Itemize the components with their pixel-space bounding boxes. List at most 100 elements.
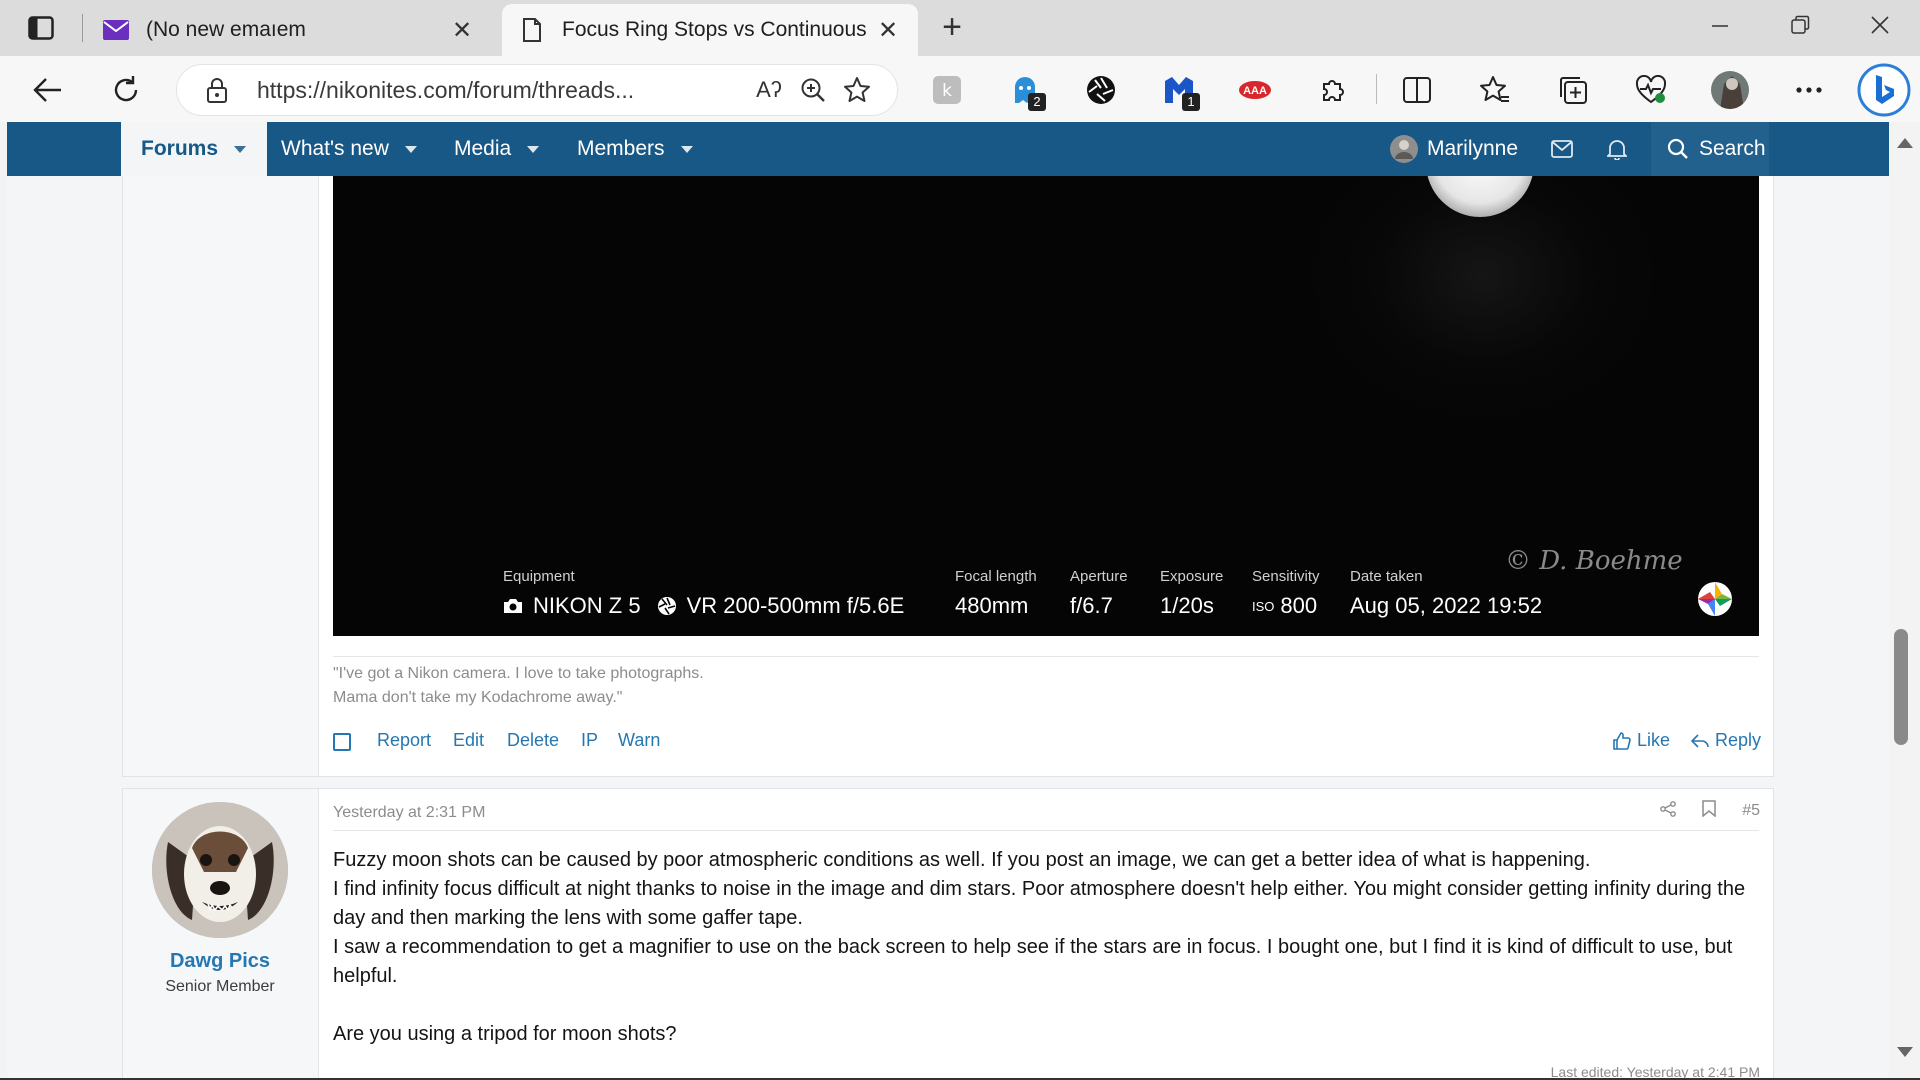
favorites-star-icon: [1480, 76, 1509, 102]
bookmark-icon[interactable]: [1702, 800, 1716, 822]
nav-members-label: Members: [577, 137, 665, 160]
extension-aaa-button[interactable]: AAA: [1234, 69, 1276, 111]
scroll-down-arrow-icon[interactable]: [1897, 1047, 1913, 1057]
address-bar[interactable]: https://nikonites.com/forum/threads... A…: [176, 64, 898, 116]
like-button[interactable]: Like: [1613, 730, 1670, 751]
more-dots-icon: [1796, 87, 1822, 93]
post-date[interactable]: Yesterday at 2:31 PM: [333, 804, 485, 822]
chevron-down-icon[interactable]: [680, 145, 693, 153]
back-button[interactable]: [26, 68, 70, 112]
delete-link[interactable]: Delete: [507, 730, 559, 751]
extension-badge: 2: [1028, 93, 1046, 111]
split-screen-button[interactable]: [1396, 69, 1438, 111]
nav-whats-new-label: What's new: [281, 137, 389, 160]
nav-media[interactable]: Media: [454, 122, 540, 176]
camera-icon: [504, 599, 522, 613]
reply-label: Reply: [1715, 730, 1762, 750]
refresh-button[interactable]: [104, 68, 148, 112]
scrollbar-thumb[interactable]: [1894, 629, 1908, 745]
bing-copilot-button[interactable]: [1856, 62, 1912, 118]
close-tab-icon[interactable]: ✕: [448, 16, 476, 45]
report-link[interactable]: Report: [377, 730, 431, 751]
heart-pulse-icon: [1635, 75, 1667, 104]
extension-ghostery-button[interactable]: 2: [1004, 69, 1046, 111]
exif-date-taken: Date taken Aug 05, 2022 19:52: [1350, 568, 1542, 619]
chevron-down-icon[interactable]: [527, 145, 540, 153]
page-scrollbar[interactable]: [1889, 122, 1920, 1080]
extension-malwarebytes-button[interactable]: 1: [1158, 69, 1200, 111]
favorite-star-icon[interactable]: [835, 70, 879, 110]
chevron-down-icon[interactable]: [404, 145, 417, 153]
ip-link[interactable]: IP: [581, 730, 598, 751]
extension-k-button[interactable]: k: [926, 69, 968, 111]
browser-essentials-button[interactable]: [1630, 69, 1672, 111]
select-post-checkbox[interactable]: [333, 733, 351, 751]
svg-text:AAA: AAA: [1243, 85, 1267, 97]
warn-link[interactable]: Warn: [618, 730, 660, 751]
reply-arrow-icon: [1691, 733, 1709, 748]
post-author-name[interactable]: Dawg Pics: [122, 950, 318, 973]
alerts-button[interactable]: [1607, 122, 1637, 176]
signature-line: Mama don't take my Kodachrome away.": [333, 689, 623, 706]
account-menu[interactable]: Marilynne: [1389, 122, 1518, 176]
attached-moon-photo[interactable]: © D. Boehme Equipment NIKON Z 5 VR 200-5…: [333, 176, 1759, 636]
collections-icon: [1560, 77, 1587, 104]
signature-divider: [333, 656, 1759, 657]
chevron-down-icon[interactable]: [234, 145, 247, 153]
minimize-icon: [1712, 25, 1728, 27]
message-paragraph: Fuzzy moon shots can be caused by poor a…: [333, 849, 1591, 871]
account-username: Marilynne: [1427, 137, 1519, 160]
scroll-up-arrow-icon[interactable]: [1897, 138, 1913, 148]
lock-icon[interactable]: [195, 70, 239, 110]
extension-aperture-button[interactable]: [1080, 69, 1122, 111]
read-aloud-icon[interactable]: Aʔ: [747, 70, 791, 110]
aperture-icon: [1087, 76, 1115, 104]
exif-sensitivity-label: Sensitivity: [1252, 568, 1320, 585]
exif-focal-value: 480mm: [955, 593, 1029, 618]
minimize-button[interactable]: [1690, 8, 1750, 48]
profile-avatar[interactable]: [1708, 68, 1752, 112]
search-button[interactable]: Search: [1651, 122, 1769, 176]
tab-email[interactable]: (No new emaıem ✕: [86, 4, 492, 56]
maximize-button[interactable]: [1770, 8, 1830, 48]
close-tab-icon[interactable]: ✕: [874, 16, 902, 45]
moon-shape: [1427, 176, 1533, 217]
edit-link[interactable]: Edit: [453, 730, 484, 751]
tab-actions-button[interactable]: [18, 12, 64, 44]
extensions-button[interactable]: [1312, 69, 1354, 111]
user-column: [123, 176, 319, 776]
nav-whats-new[interactable]: What's new: [281, 122, 417, 176]
exif-camera: NIKON Z 5: [533, 593, 641, 618]
profile-photo-icon: [1711, 71, 1749, 109]
avatar[interactable]: [152, 802, 288, 938]
reply-button[interactable]: Reply: [1691, 730, 1761, 751]
extension-badge: 1: [1182, 93, 1200, 111]
puzzle-icon: [1323, 80, 1344, 101]
post-number-link[interactable]: #5: [1742, 802, 1760, 820]
bing-icon: [1857, 63, 1911, 117]
nav-forums[interactable]: Forums: [121, 122, 267, 176]
exif-sensitivity: Sensitivity ISO 800: [1252, 568, 1320, 619]
collections-button[interactable]: [1552, 69, 1594, 111]
nav-members[interactable]: Members: [577, 122, 693, 176]
share-icon[interactable]: [1660, 800, 1677, 822]
search-icon: [1667, 138, 1688, 159]
exif-exposure: Exposure 1/20s: [1160, 568, 1223, 619]
settings-more-button[interactable]: [1788, 69, 1830, 111]
k-extension-icon: k: [933, 76, 961, 104]
zoom-icon[interactable]: [791, 70, 835, 110]
exif-aperture-label: Aperture: [1070, 568, 1128, 585]
split-screen-icon: [1403, 77, 1431, 103]
favorites-button[interactable]: [1474, 69, 1516, 111]
url-text[interactable]: https://nikonites.com/forum/threads...: [257, 77, 747, 104]
new-tab-button[interactable]: +: [932, 10, 972, 46]
toolbar-separator: [1376, 74, 1377, 104]
post-actions: Report Edit Delete IP Warn Like Reply: [333, 730, 1761, 754]
exif-aperture: Aperture f/6.7: [1070, 568, 1128, 619]
close-window-button[interactable]: [1850, 8, 1910, 48]
exif-date-label: Date taken: [1350, 568, 1423, 585]
tab-focus-ring[interactable]: Focus Ring Stops vs Continuous ✕: [502, 4, 918, 56]
inbox-button[interactable]: [1551, 122, 1581, 176]
colorful-aperture-icon[interactable]: [1696, 580, 1734, 618]
message-paragraph: Are you using a tripod for moon shots?: [333, 1023, 677, 1045]
